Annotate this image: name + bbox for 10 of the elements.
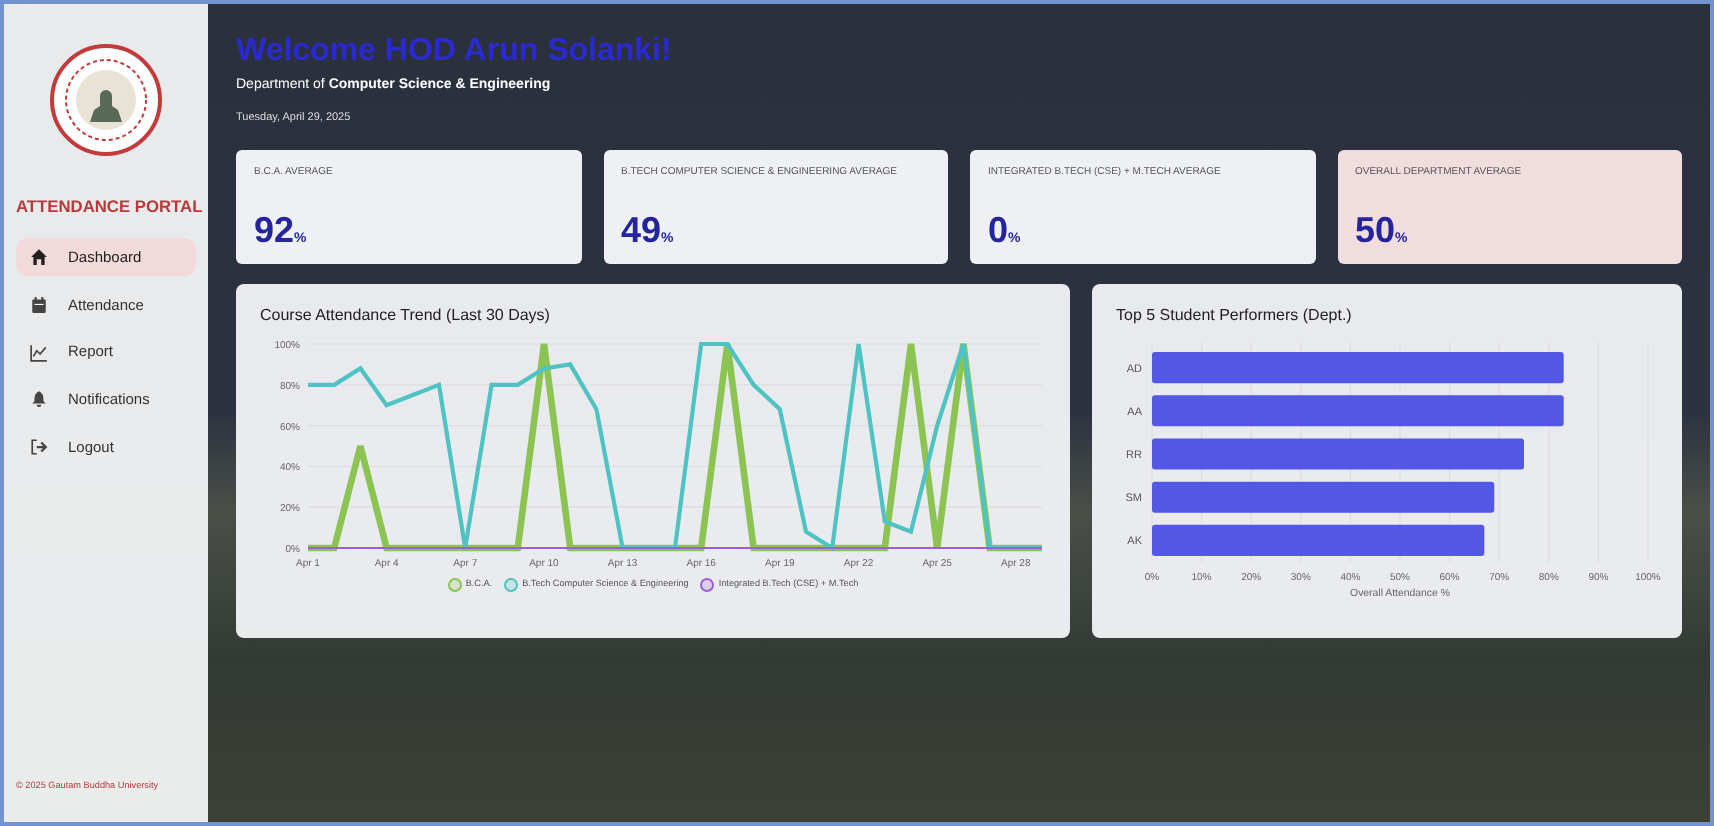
logout-icon	[30, 438, 48, 457]
bell-icon	[30, 390, 48, 409]
university-seal-logo	[50, 44, 162, 156]
calendar-icon	[30, 295, 48, 314]
welcome-heading: Welcome HOD Arun Solanki!	[236, 32, 674, 71]
portal-title: ATTENDANCE PORTAL	[16, 196, 203, 218]
chart-title: Top 5 Student Performers (Dept.)	[1116, 303, 1354, 328]
chart-title: Course Attendance Trend (Last 30 Days)	[260, 303, 552, 328]
line-chart-icon	[30, 343, 48, 362]
home-icon	[30, 248, 48, 267]
